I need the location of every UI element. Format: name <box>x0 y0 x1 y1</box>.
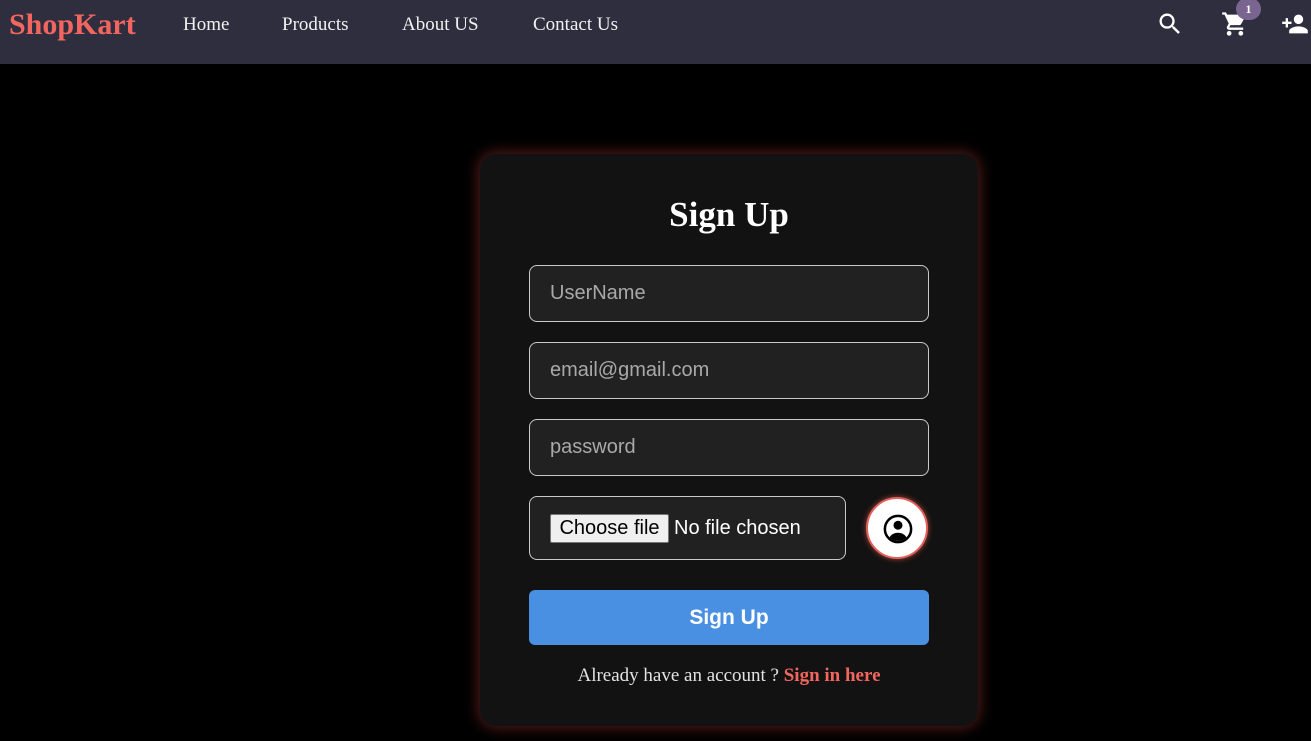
file-status-text: No file chosen <box>674 517 801 539</box>
choose-file-button[interactable]: Choose file <box>550 514 669 543</box>
person-add-icon[interactable] <box>1281 10 1311 38</box>
username-input[interactable] <box>529 265 929 322</box>
signup-submit-button[interactable]: Sign Up <box>529 590 929 645</box>
password-input[interactable] <box>529 419 929 476</box>
signup-title: Sign Up <box>669 195 789 234</box>
brand-logo[interactable]: ShopKart <box>9 6 136 44</box>
email-input[interactable] <box>529 342 929 399</box>
signin-link[interactable]: Sign in here <box>784 665 881 686</box>
cart-count-badge: 1 <box>1236 0 1261 20</box>
account-circle-icon <box>883 514 913 544</box>
avatar-file-input[interactable]: Choose file No file chosen <box>529 496 846 560</box>
search-icon[interactable] <box>1156 10 1184 38</box>
signup-card: Sign Up Choose file No file chosen Sign … <box>480 154 978 726</box>
nav-link-about-us[interactable]: About US <box>402 13 479 37</box>
avatar-preview <box>866 497 928 559</box>
top-navbar: ShopKart Home Products About US Contact … <box>0 0 1311 64</box>
nav-link-home[interactable]: Home <box>183 13 229 37</box>
signin-prompt-line: Already have an account ? Sign in here <box>480 663 978 689</box>
nav-link-contact-us[interactable]: Contact Us <box>533 13 618 37</box>
nav-link-products[interactable]: Products <box>282 13 349 37</box>
signin-prompt-text: Already have an account ? <box>577 665 779 686</box>
